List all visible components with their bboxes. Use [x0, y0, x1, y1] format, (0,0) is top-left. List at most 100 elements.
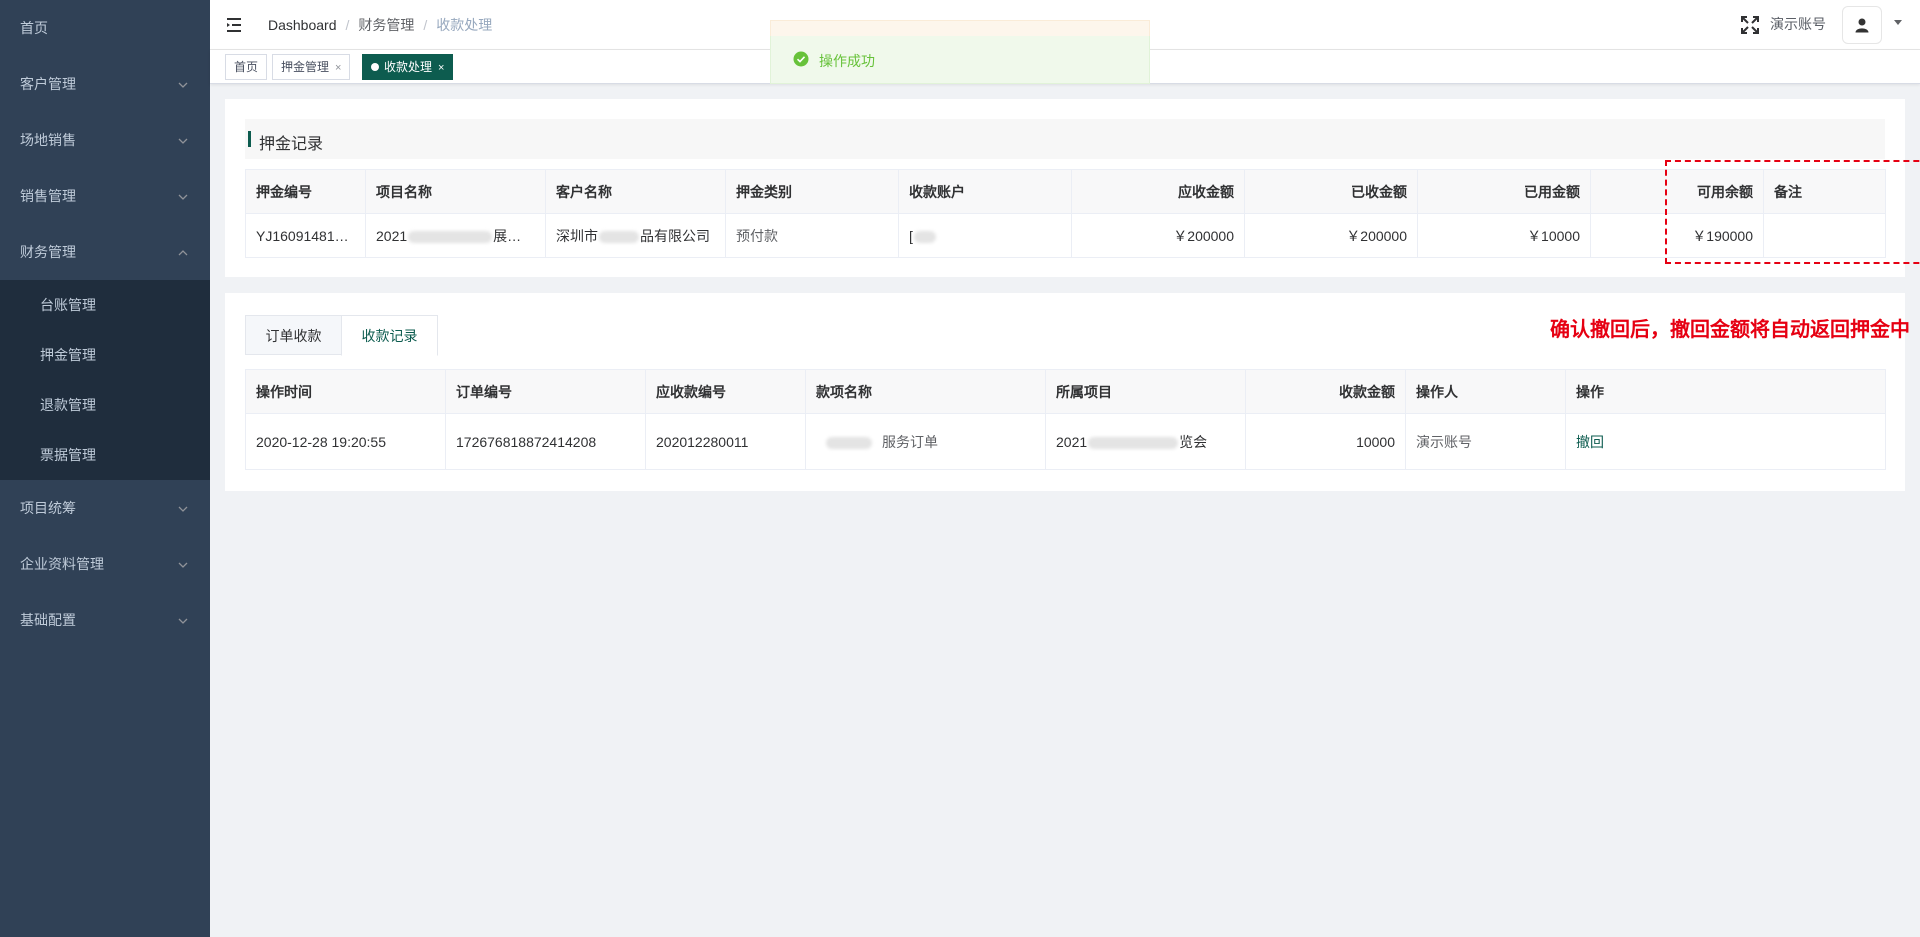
customer-name-cell: 深圳市 品有限公司: [545, 213, 726, 258]
tab-receipt-records[interactable]: 收款记录: [341, 315, 438, 356]
order-no-cell: 172676818872414208: [445, 413, 646, 470]
close-icon[interactable]: ×: [438, 62, 444, 74]
username-label[interactable]: 演示账号: [1770, 14, 1826, 34]
cell-text: 展览会: [493, 227, 536, 244]
tag-home[interactable]: 首页: [225, 54, 268, 80]
fullscreen-icon[interactable]: [1740, 15, 1760, 35]
column-header: 应收款编号: [645, 369, 806, 414]
receivable-no-cell: 202012280011: [645, 413, 806, 470]
user-icon: [1855, 18, 1869, 33]
section-title: 押金记录: [245, 119, 1885, 159]
menu-item-home[interactable]: 首页: [0, 0, 210, 56]
sidebar-item-ledger[interactable]: 台账管理: [0, 280, 210, 330]
sidebar: 首页 客户管理 场地销售 销售管理 财务管理 台账管理 押金管理 退款管理 票据…: [0, 0, 210, 937]
redacted-text: [1088, 436, 1179, 449]
column-header: 操作人: [1405, 369, 1566, 414]
hamburger-icon[interactable]: [226, 15, 246, 35]
chevron-down-icon: [178, 168, 188, 224]
column-header: 押金编号: [245, 169, 366, 214]
menu-label: 销售管理: [20, 188, 76, 204]
column-header: 订单编号: [445, 369, 646, 414]
chevron-down-icon: [178, 536, 188, 592]
menu-item-venue-sales[interactable]: 场地销售: [0, 112, 210, 168]
caret-down-icon[interactable]: [1894, 20, 1902, 25]
chevron-down-icon: [178, 112, 188, 168]
breadcrumb-finance[interactable]: 财务管理: [358, 17, 414, 33]
table-row: 2020-12-28 19:20:55 172676818872414208 2…: [245, 413, 1886, 470]
cell-text: [: [909, 227, 913, 244]
item-name-cell: 服务订单: [805, 413, 1046, 470]
main-area: Dashboard / 财务管理 / 收款处理 演示账号 首页 押金管理 × 收款处理 × …: [210, 0, 1920, 937]
annotation-note: 确认撤回后，撤回金额将自动返回押金中: [1550, 319, 1910, 341]
column-header: 操作: [1565, 369, 1886, 414]
annotation-highlight-box: [1665, 160, 1920, 264]
column-header: 操作时间: [245, 369, 446, 414]
breadcrumb-separator: /: [423, 17, 428, 33]
tag-label: 首页: [234, 60, 259, 74]
column-header: 款项名称: [805, 369, 1046, 414]
sidebar-item-refund[interactable]: 退款管理: [0, 380, 210, 430]
toast-stack-edge: [770, 20, 1150, 36]
records-table: 操作时间 订单编号 应收款编号 款项名称 所属项目 收款金额 操作人 操作 20…: [245, 369, 1886, 470]
cell-text: 深圳市: [556, 227, 598, 244]
tag-receipt[interactable]: 收款处理 ×: [362, 54, 454, 80]
close-icon[interactable]: ×: [335, 62, 341, 74]
menu-label: 项目统筹: [20, 500, 76, 516]
time-cell: 2020-12-28 19:20:55: [245, 413, 446, 470]
tag-label: 收款处理: [384, 60, 433, 74]
cell-text: 品有限公司: [640, 227, 710, 244]
received-cell: ￥200000: [1244, 213, 1418, 258]
breadcrumb-current: 收款处理: [436, 17, 493, 33]
menu-item-company[interactable]: 企业资料管理: [0, 536, 210, 592]
column-header: 已收金额: [1244, 169, 1418, 214]
amount-cell: 10000: [1245, 413, 1406, 470]
column-header: 已用金额: [1417, 169, 1591, 214]
chevron-down-icon: [178, 592, 188, 648]
menu-item-config[interactable]: 基础配置: [0, 592, 210, 648]
section-title-text: 押金记录: [259, 136, 324, 153]
sidebar-item-invoice[interactable]: 票据管理: [0, 430, 210, 480]
success-toast: 操作成功: [770, 20, 1150, 84]
menu-label: 基础配置: [20, 612, 76, 628]
chevron-up-icon: [178, 224, 188, 280]
avatar[interactable]: [1842, 6, 1882, 44]
deposit-panel: 押金记录 押金编号 项目名称 客户名称 押金类别 收款账户 应收金额 已收金额 …: [225, 99, 1905, 277]
menu-item-customer[interactable]: 客户管理: [0, 56, 210, 112]
receivable-cell: ￥200000: [1071, 213, 1245, 258]
toast-message: 操作成功: [819, 53, 875, 69]
breadcrumb: Dashboard / 财务管理 / 收款处理: [268, 16, 492, 34]
finance-submenu: 台账管理 押金管理 退款管理 票据管理: [0, 280, 210, 480]
menu-item-project[interactable]: 项目统筹: [0, 480, 210, 536]
chevron-down-icon: [178, 480, 188, 536]
used-cell: ￥10000: [1417, 213, 1591, 258]
tag-deposit[interactable]: 押金管理 ×: [272, 54, 351, 80]
menu-label: 场地销售: [20, 132, 76, 148]
menu-label: 客户管理: [20, 76, 76, 92]
redacted-text: [826, 436, 872, 449]
table-row: YJ16091481… 2021 展览会 深圳市 品有限公司 预付款 [ ￥2000…: [245, 213, 1886, 258]
column-header: 项目名称: [365, 169, 546, 214]
column-header: 客户名称: [545, 169, 726, 214]
column-header: 所属项目: [1045, 369, 1246, 414]
category-cell: 预付款: [725, 213, 899, 258]
table-header-row: 押金编号 项目名称 客户名称 押金类别 收款账户 应收金额 已收金额 已用金额 …: [245, 169, 1886, 214]
menu-label: 财务管理: [20, 244, 76, 260]
cell-text: 2021: [376, 227, 408, 244]
cell-text: 服务订单: [882, 433, 938, 450]
breadcrumb-separator: /: [345, 17, 350, 33]
sidebar-item-deposit[interactable]: 押金管理: [0, 330, 210, 380]
breadcrumb-dashboard[interactable]: Dashboard: [268, 17, 337, 33]
project-cell: 2021 览会: [1045, 413, 1246, 470]
revoke-button[interactable]: 撤回: [1576, 434, 1604, 450]
chevron-down-icon: [178, 56, 188, 112]
redacted-text: [913, 230, 936, 243]
menu-item-finance[interactable]: 财务管理: [0, 224, 210, 280]
project-name-cell: 2021 展览会: [365, 213, 546, 258]
account-cell: [: [898, 213, 1072, 258]
menu-item-sales[interactable]: 销售管理: [0, 168, 210, 224]
operator-cell: 演示账号: [1405, 413, 1566, 470]
check-circle-icon: [793, 51, 809, 67]
tab-order-receipt[interactable]: 订单收款: [245, 315, 342, 355]
deposit-table: 押金编号 项目名称 客户名称 押金类别 收款账户 应收金额 已收金额 已用金额 …: [245, 169, 1886, 258]
deposit-no-cell: YJ16091481…: [245, 213, 366, 258]
